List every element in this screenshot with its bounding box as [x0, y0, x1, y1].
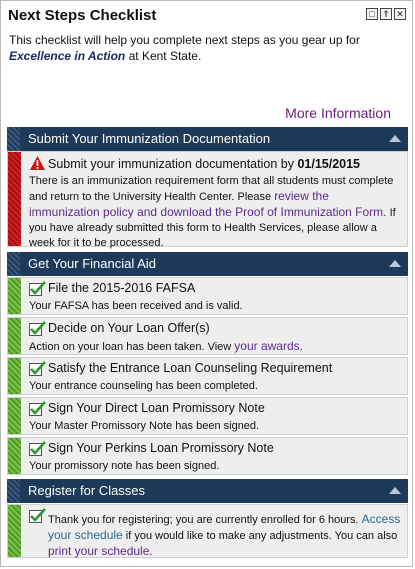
checkmark-icon: [29, 401, 46, 416]
status-bar-complete: [8, 358, 21, 394]
checkmark-icon: [29, 508, 46, 523]
section-title: Get Your Financial Aid: [28, 256, 156, 271]
checklist-panel: Next Steps Checklist □ ⇑ ✕ This checklis…: [0, 0, 413, 567]
intro-post: at Kent State.: [125, 49, 202, 63]
checklist-item-loan-counseling: Satisfy the Entrance Loan Counseling Req…: [7, 357, 408, 395]
item-description: Your FAFSA has been received and is vali…: [29, 300, 243, 312]
checklist-item-fafsa: File the 2015-2016 FAFSA Your FAFSA has …: [7, 277, 408, 315]
panel-title: Next Steps Checklist: [8, 7, 157, 24]
item-title: Sign Your Perkins Loan Promissory Note: [48, 441, 274, 455]
checklist-item-register: Thank you for registering; you are curre…: [7, 504, 408, 558]
checkmark-icon: [29, 441, 46, 456]
section-register-header[interactable]: Register for Classes: [7, 479, 408, 503]
due-date: 01/15/2015: [297, 157, 360, 171]
item-desc-pre: There is an immunization requirement for…: [29, 175, 394, 203]
checklist-item-loan-offer: Decide on Your Loan Offer(s) Action on y…: [7, 317, 408, 355]
collapse-icon[interactable]: [389, 487, 401, 494]
status-bar-complete: [8, 398, 21, 434]
item-title: File the 2015-2016 FAFSA: [48, 281, 196, 295]
collapse-icon[interactable]: [389, 135, 401, 142]
intro-pre: This checklist will help you complete ne…: [9, 33, 360, 47]
section-title: Submit Your Immunization Documentation: [28, 131, 271, 146]
item-title: Submit your immunization documentation b…: [48, 157, 360, 171]
section-title: Register for Classes: [28, 483, 146, 498]
print-schedule-link[interactable]: print your schedule: [48, 544, 149, 558]
item-description: Thank you for registering; you are curre…: [48, 512, 406, 560]
collapse-icon[interactable]: [389, 260, 401, 267]
status-bar-incomplete: [8, 152, 21, 246]
status-bar-complete: [8, 505, 21, 557]
item-title: Satisfy the Entrance Loan Counseling Req…: [48, 361, 333, 375]
more-information-link[interactable]: More Information: [285, 105, 391, 121]
item-description: Your Master Promissory Note has been sig…: [29, 420, 260, 432]
item-title-text: Submit your immunization documentation b…: [48, 157, 298, 171]
window-controls: □ ⇑ ✕: [366, 8, 406, 20]
maximize-icon[interactable]: □: [366, 8, 378, 20]
item-desc-mid: if you would like to make any adjustment…: [122, 530, 398, 542]
close-icon[interactable]: ✕: [394, 8, 406, 20]
item-desc-post: .: [299, 341, 303, 353]
item-title: Decide on Your Loan Offer(s): [48, 321, 210, 335]
checklist-item-direct-loan-note: Sign Your Direct Loan Promissory Note Yo…: [7, 397, 408, 435]
item-description: There is an immunization requirement for…: [29, 174, 401, 251]
pop-out-icon[interactable]: ⇑: [380, 8, 392, 20]
warning-icon: [30, 156, 45, 170]
section-stripe: [7, 479, 20, 503]
your-awards-link[interactable]: your awards: [234, 339, 299, 353]
intro-text: This checklist will help you complete ne…: [9, 32, 407, 64]
section-financial-aid-header[interactable]: Get Your Financial Aid: [7, 252, 408, 276]
checkmark-icon: [29, 321, 46, 336]
item-description: Action on your loan has been taken. View…: [29, 339, 303, 355]
item-desc-pre: Thank you for registering; you are curre…: [48, 514, 362, 526]
item-title: Sign Your Direct Loan Promissory Note: [48, 401, 265, 415]
item-description: Your promissory note has been signed.: [29, 460, 220, 472]
checklist-item-immunization: Submit your immunization documentation b…: [7, 151, 408, 249]
status-bar-complete: [8, 318, 21, 354]
section-stripe: [7, 252, 20, 276]
section-immunization-header[interactable]: Submit Your Immunization Documentation: [7, 127, 408, 151]
item-description: Your entrance counseling has been comple…: [29, 380, 258, 392]
checkmark-icon: [29, 361, 46, 376]
intro-emphasis: Excellence in Action: [9, 49, 126, 63]
status-bar-complete: [8, 278, 21, 314]
checklist-item-perkins-loan-note: Sign Your Perkins Loan Promissory Note Y…: [7, 437, 408, 475]
section-stripe: [7, 127, 20, 151]
status-bar-complete: [8, 438, 21, 474]
item-desc-post: .: [149, 546, 153, 558]
checkmark-icon: [29, 281, 46, 296]
item-desc-text: Action on your loan has been taken. View: [29, 341, 235, 353]
